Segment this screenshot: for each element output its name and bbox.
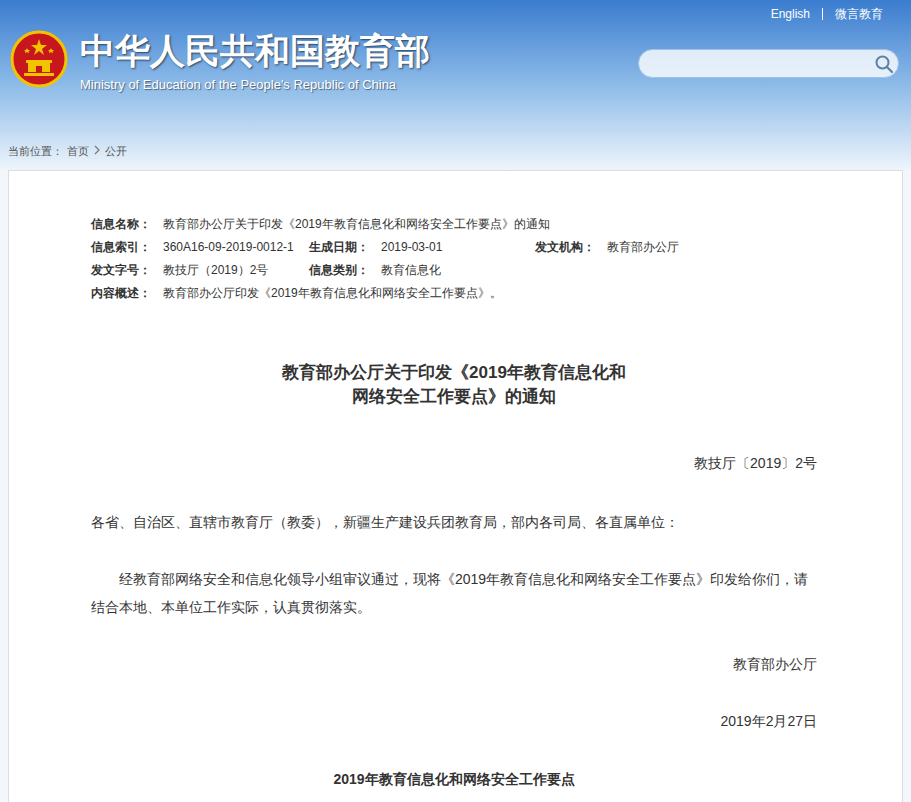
breadcrumb: 当前位置：首页公开 xyxy=(0,140,911,170)
document-title: 教育部办公厅关于印发《2019年教育信息化和网络安全工作要点》的通知 xyxy=(91,361,817,409)
site-subtitle: Ministry of Education of the People's Re… xyxy=(80,76,430,94)
meta-label: 发文机构： xyxy=(535,238,607,256)
meta-label: 生成日期： xyxy=(309,238,381,256)
meta-value: 2019-03-01 xyxy=(381,238,442,256)
breadcrumb-item[interactable]: 公开 xyxy=(105,143,127,160)
meta-value: 360A16-09-2019-0012-1 xyxy=(163,238,294,256)
header: 中华人民共和国教育部 Ministry of Education of the P… xyxy=(0,0,911,170)
attachment-title: 2019年教育信息化和网络安全工作要点 xyxy=(91,765,817,793)
meta-value: 教育信息化 xyxy=(381,261,441,279)
meta-label: 信息索引： xyxy=(91,238,163,256)
content-panel: 信息名称：教育部办公厅关于印发《2019年教育信息化和网络安全工作要点》的通知信… xyxy=(8,170,903,802)
meta-row: 发文字号：教技厅（2019）2号 信息类别：教育信息化 xyxy=(91,258,817,281)
body-paragraph: 经教育部网络安全和信息化领导小组审议通过，现将《2019年教育信息化和网络安全工… xyxy=(91,565,817,621)
search-box[interactable] xyxy=(638,49,899,78)
addressee: 各省、自治区、直辖市教育厅（教委），新疆生产建设兵团教育局，部内各司局、各直属单… xyxy=(91,508,817,536)
site-title: 中华人民共和国教育部 xyxy=(80,30,430,72)
signature: 教育部办公厅 xyxy=(91,650,817,678)
meta-value: 教育部办公厅 xyxy=(607,238,679,256)
breadcrumb-item[interactable]: 首页 xyxy=(67,143,89,160)
weiyan-link[interactable]: 微言教育 xyxy=(835,5,883,23)
meta-value: 教技厅（2019）2号 xyxy=(163,261,268,279)
meta-label: 信息类别： xyxy=(309,261,381,279)
meta-row: 信息索引：360A16-09-2019-0012-1 生成日期：2019-03-0… xyxy=(91,235,817,258)
meta-label: 内容概述： xyxy=(91,284,163,302)
meta-row: 内容概述：教育部办公厅印发《2019年教育信息化和网络安全工作要点》。 xyxy=(91,281,817,304)
meta-label: 信息名称： xyxy=(91,215,163,233)
meta-value: 教育部办公厅关于印发《2019年教育信息化和网络安全工作要点》的通知 xyxy=(163,215,550,233)
search-icon[interactable] xyxy=(874,54,894,74)
page: 中华人民共和国教育部 Ministry of Education of the P… xyxy=(0,0,911,802)
date: 2019年2月27日 xyxy=(91,707,817,735)
english-link[interactable]: English xyxy=(771,5,810,23)
meta-row: 信息名称：教育部办公厅关于印发《2019年教育信息化和网络安全工作要点》的通知 xyxy=(91,212,817,235)
meta-label: 发文字号： xyxy=(91,261,163,279)
document-number: 教技厅〔2019〕2号 xyxy=(91,451,817,475)
chevron-icon xyxy=(93,143,101,157)
meta-value: 教育部办公厅印发《2019年教育信息化和网络安全工作要点》。 xyxy=(163,284,502,302)
national-emblem-icon xyxy=(10,30,68,88)
link-divider xyxy=(822,8,823,20)
meta-table: 信息名称：教育部办公厅关于印发《2019年教育信息化和网络安全工作要点》的通知信… xyxy=(91,212,817,304)
